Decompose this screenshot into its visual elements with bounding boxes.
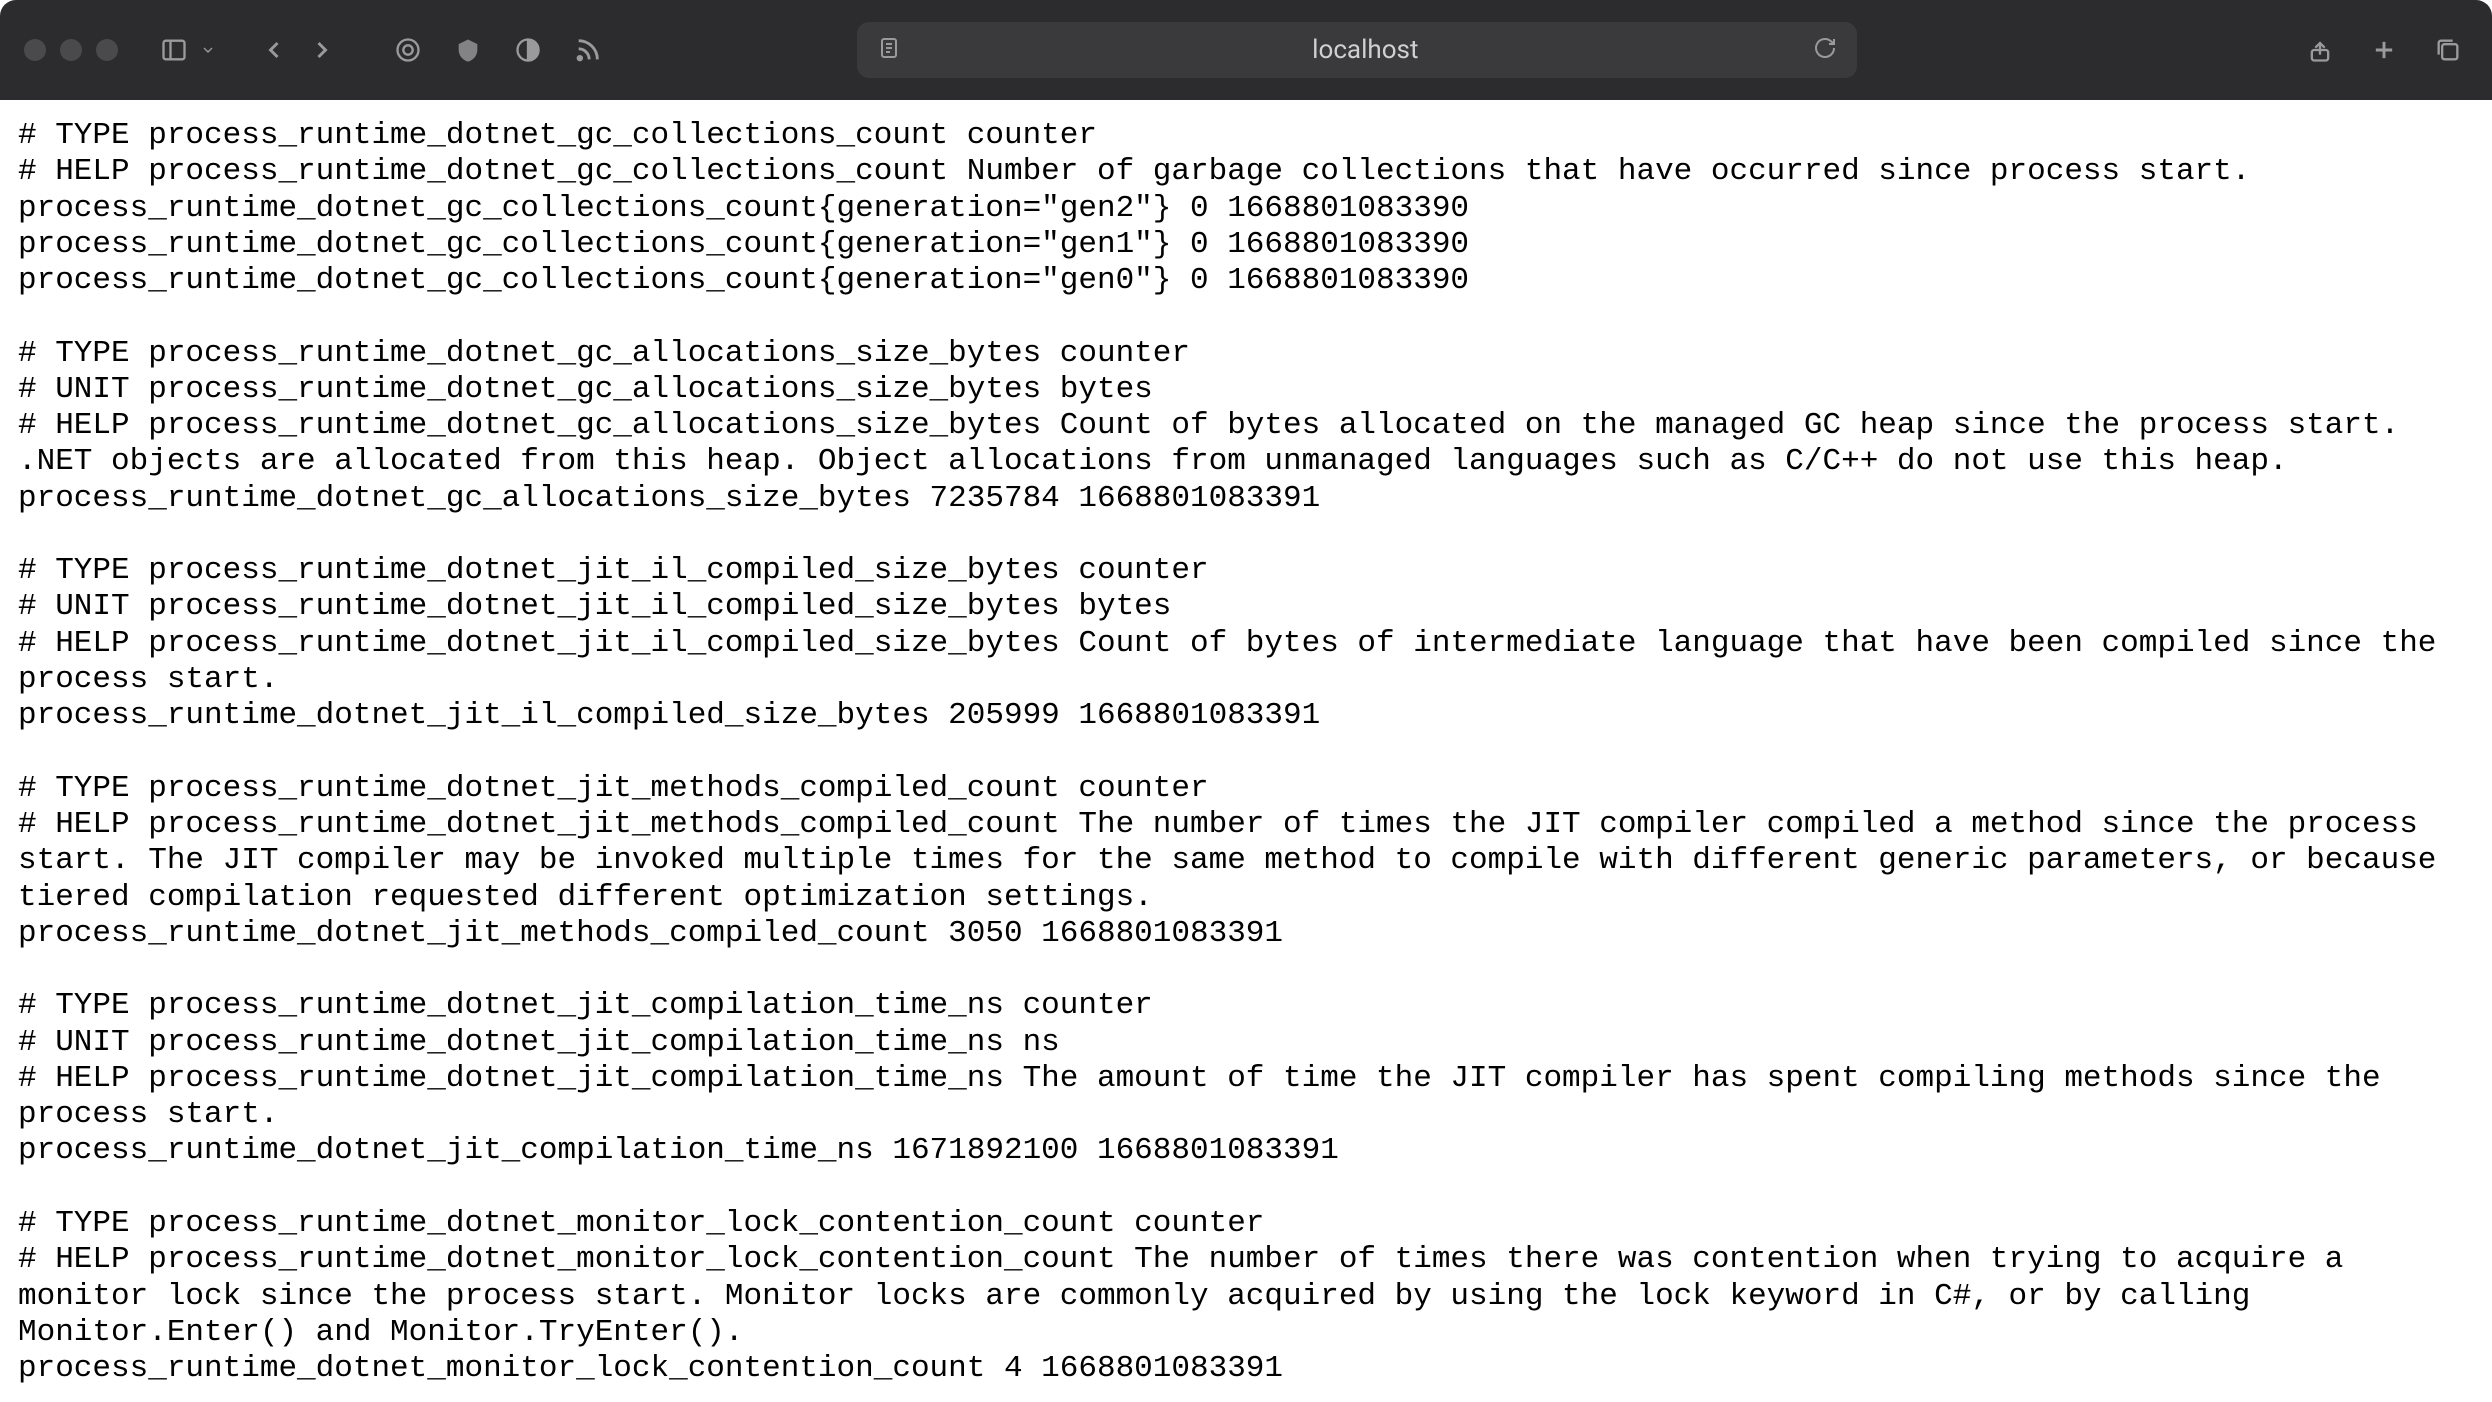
rss-icon[interactable] bbox=[568, 30, 608, 70]
close-window-button[interactable] bbox=[24, 39, 46, 61]
forward-button[interactable] bbox=[302, 30, 342, 70]
chevron-down-icon bbox=[198, 30, 218, 70]
shield-icon[interactable] bbox=[448, 30, 488, 70]
browser-toolbar: localhost bbox=[0, 0, 2492, 100]
reader-mode-icon[interactable] bbox=[877, 36, 901, 64]
tabs-overview-button[interactable] bbox=[2428, 30, 2468, 70]
privacy-report-icon[interactable] bbox=[388, 30, 428, 70]
page-content: # TYPE process_runtime_dotnet_gc_collect… bbox=[0, 100, 2492, 1402]
contrast-icon[interactable] bbox=[508, 30, 548, 70]
minimize-window-button[interactable] bbox=[60, 39, 82, 61]
privacy-icons bbox=[388, 30, 608, 70]
maximize-window-button[interactable] bbox=[96, 39, 118, 61]
share-button[interactable] bbox=[2300, 30, 2340, 70]
address-bar[interactable]: localhost bbox=[857, 22, 1857, 78]
back-button[interactable] bbox=[254, 30, 294, 70]
right-toolbar-group bbox=[2300, 30, 2468, 70]
new-tab-button[interactable] bbox=[2364, 30, 2404, 70]
sidebar-toggle[interactable] bbox=[154, 30, 218, 70]
sidebar-icon bbox=[154, 30, 194, 70]
nav-buttons bbox=[254, 30, 342, 70]
window-controls bbox=[24, 39, 118, 61]
reload-button[interactable] bbox=[1813, 36, 1837, 64]
url-text: localhost bbox=[917, 35, 1813, 65]
